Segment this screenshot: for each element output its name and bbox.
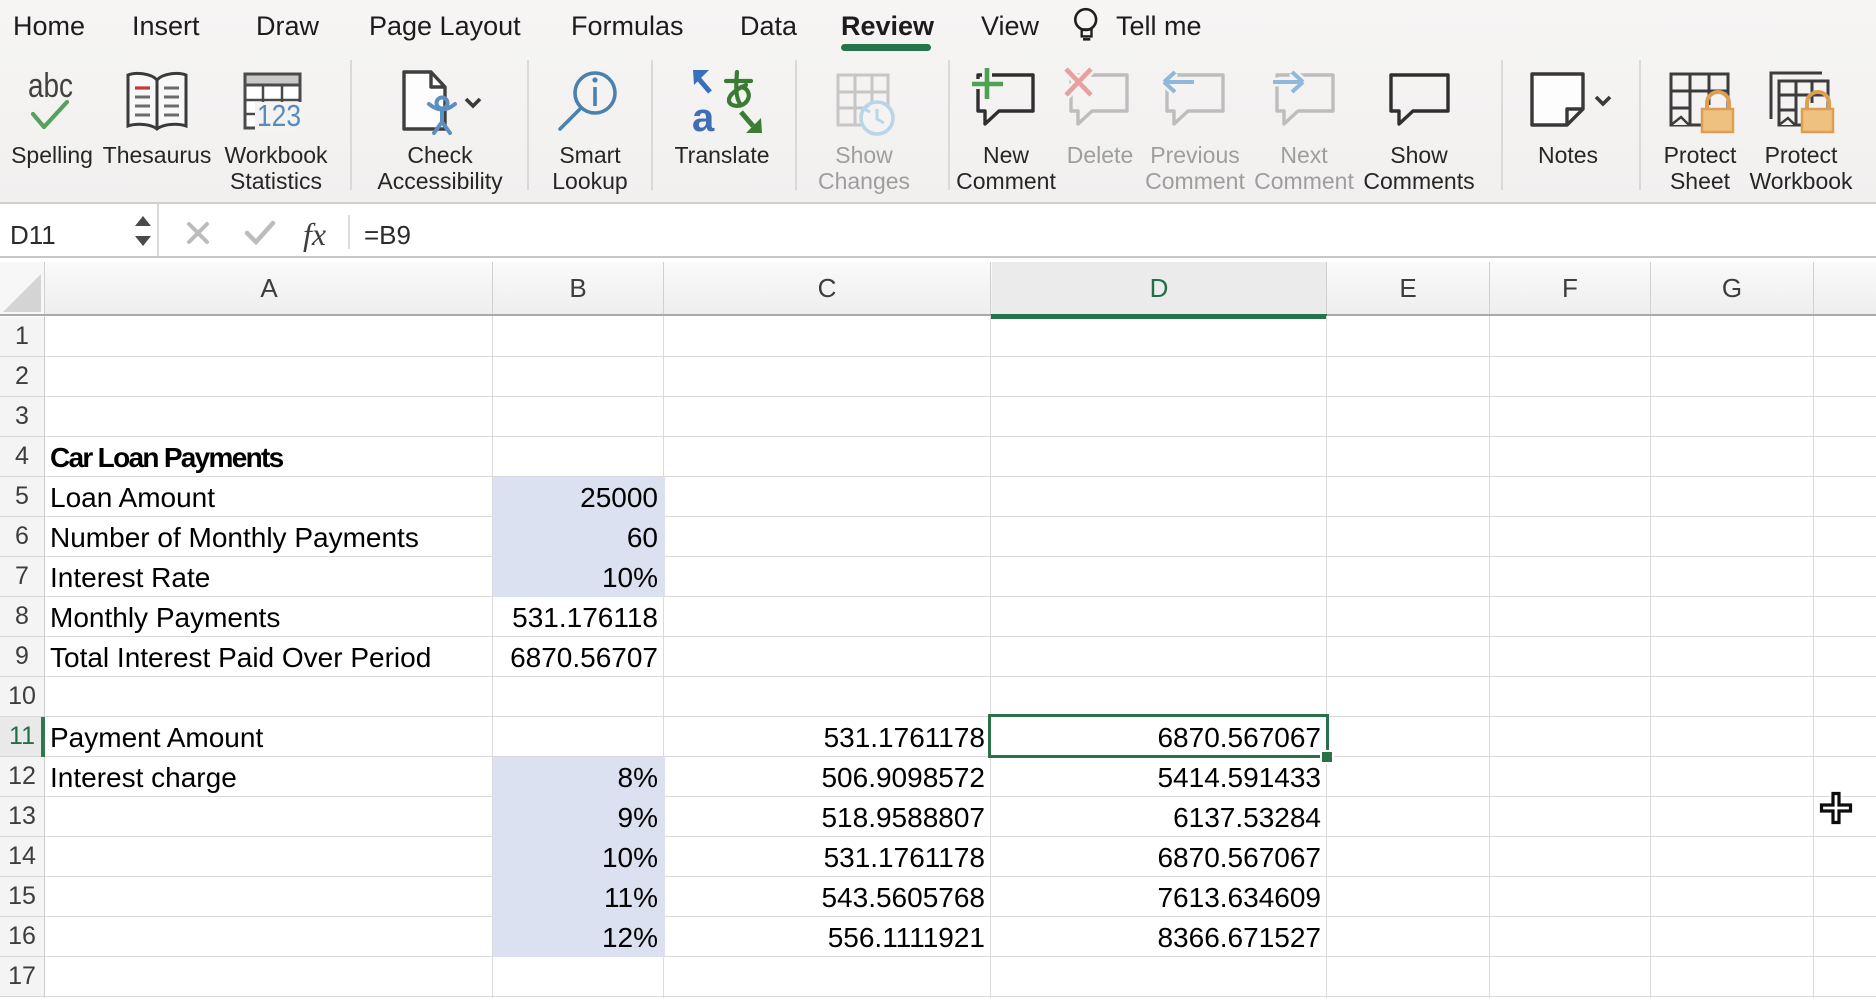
svg-text:123: 123 xyxy=(257,98,301,133)
svg-text:abc: abc xyxy=(28,67,73,105)
svg-text:a: a xyxy=(692,96,715,140)
